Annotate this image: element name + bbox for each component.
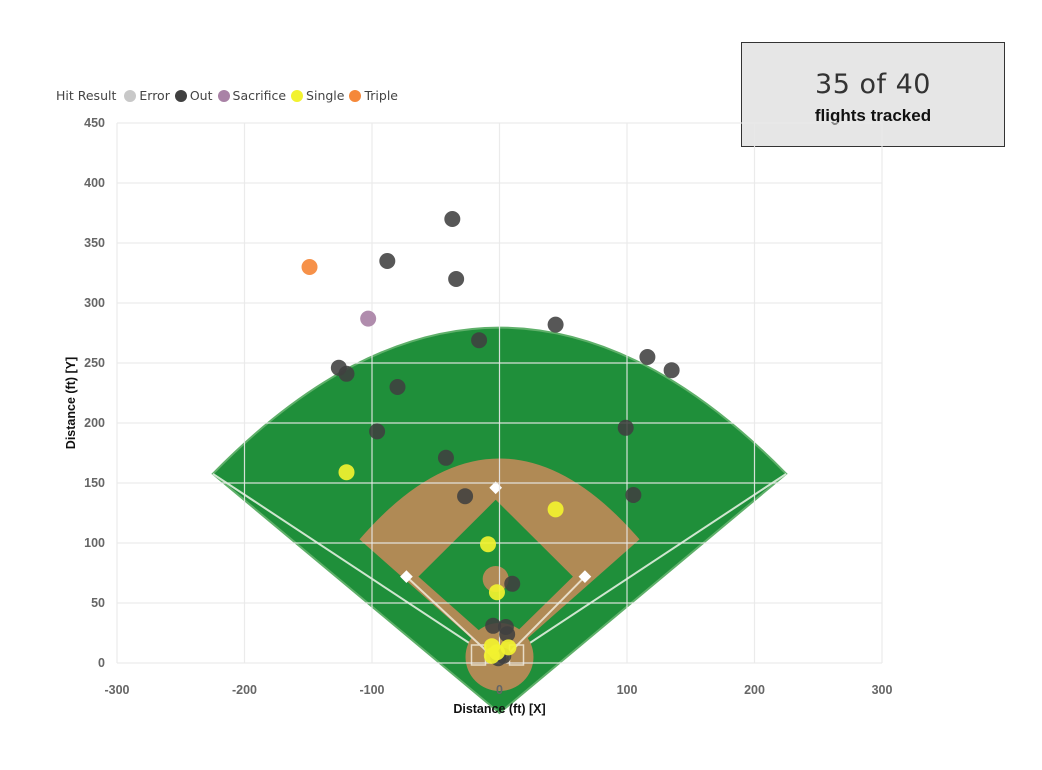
y-tick-label: 350: [84, 236, 105, 250]
y-tick-label: 50: [91, 596, 105, 610]
y-tick-label: 300: [84, 296, 105, 310]
data-point-out: [457, 488, 474, 505]
data-point-out: [369, 423, 386, 440]
data-point-out: [471, 332, 488, 349]
data-point-out: [625, 487, 642, 503]
x-axis-title: Distance (ft) [X]: [453, 702, 545, 716]
y-tick-label: 100: [84, 536, 105, 550]
data-point-out: [379, 253, 396, 269]
data-point-triple: [301, 259, 318, 275]
x-tick-label: -100: [359, 683, 384, 697]
y-tick-label: 150: [84, 476, 105, 490]
data-point-out: [639, 349, 656, 365]
y-axis-title: Distance (ft) [Y]: [64, 357, 78, 449]
x-tick-label: -200: [232, 683, 257, 697]
y-tick-label: 200: [84, 416, 105, 430]
y-tick-label: 450: [84, 116, 105, 130]
data-point-single: [488, 644, 505, 661]
data-point-out: [617, 419, 634, 436]
data-point-single: [480, 536, 497, 553]
data-point-out: [444, 211, 461, 227]
data-point-out: [547, 316, 564, 333]
data-point-out: [389, 379, 406, 395]
data-point-out: [663, 362, 680, 379]
data-point-single: [488, 584, 505, 601]
data-point-sacrifice: [360, 310, 377, 327]
y-tick-label: 400: [84, 176, 105, 190]
data-point-single: [547, 501, 564, 518]
y-tick-label: 0: [98, 656, 105, 670]
x-tick-label: 300: [872, 683, 893, 697]
scatter-chart: 0 50 100 150 200 250 300 350 400 450 -300 -200 -100 0…: [64, 116, 893, 716]
x-tick-label: 100: [617, 683, 638, 697]
data-point-out: [504, 575, 521, 592]
x-tick-label: -300: [104, 683, 129, 697]
y-tick-label: 250: [84, 356, 105, 370]
x-tick-label: 200: [744, 683, 765, 697]
data-point-out: [448, 271, 465, 287]
data-point-out: [437, 449, 454, 466]
data-point-out: [338, 365, 355, 382]
data-point-single: [338, 464, 355, 481]
x-tick-label: 0: [496, 683, 503, 697]
grid-lines: [116, 122, 883, 664]
